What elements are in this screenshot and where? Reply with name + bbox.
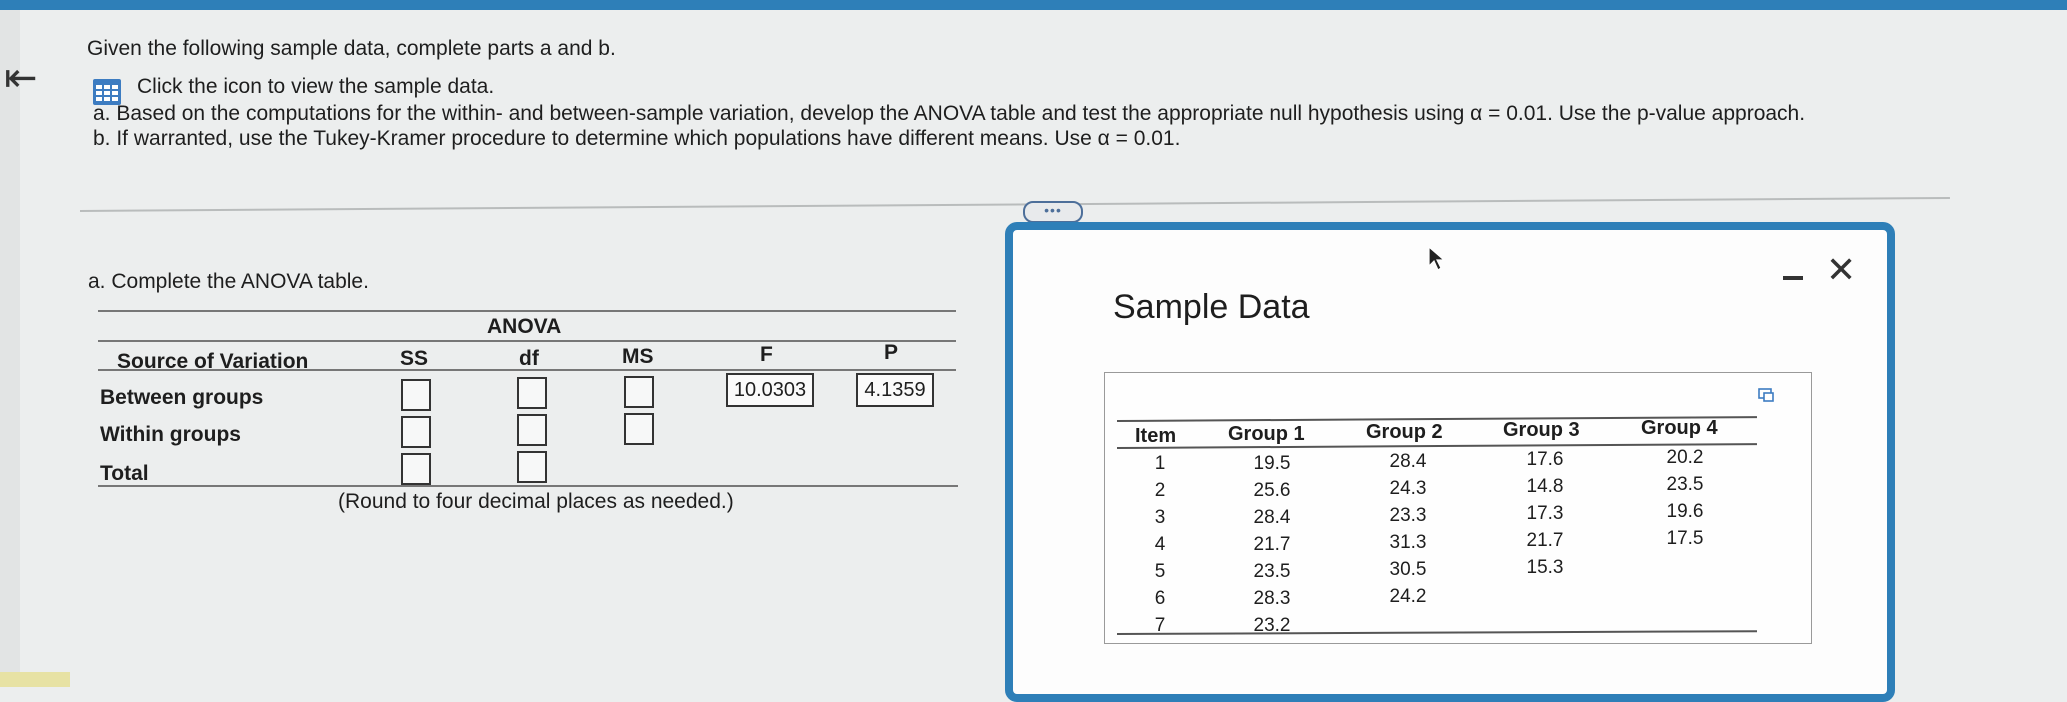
data-cell-group1: 25.6 xyxy=(1253,480,1291,501)
rounding-note: (Round to four decimal places as needed.… xyxy=(338,490,734,513)
row-total: Total xyxy=(100,462,149,485)
data-item-number: 4 xyxy=(1154,534,1166,555)
data-cell-group1: 23.5 xyxy=(1253,561,1291,582)
anova-prompt: a. Complete the ANOVA table. xyxy=(88,270,369,293)
data-item-number: 7 xyxy=(1154,615,1166,636)
view-data-link[interactable]: Click the icon to view the sample data. xyxy=(137,74,494,100)
header-f: F xyxy=(760,343,773,366)
data-item-number: 5 xyxy=(1154,561,1166,582)
data-cell-group2: 31.3 xyxy=(1389,532,1427,553)
data-item-number: 1 xyxy=(1154,453,1166,474)
data-item-number: 2 xyxy=(1154,480,1166,501)
question-part-a: a. Based on the computations for the wit… xyxy=(93,102,1806,125)
data-cell-group1: 28.3 xyxy=(1253,588,1291,609)
ms-between-input[interactable] xyxy=(624,376,654,408)
ss-within-input[interactable] xyxy=(401,416,431,448)
expand-icon[interactable] xyxy=(1758,388,1774,402)
header-ss: SS xyxy=(400,347,429,370)
data-cell-group3: 17.6 xyxy=(1526,449,1564,470)
row-within: Within groups xyxy=(100,423,241,446)
table-bottom-rule xyxy=(98,485,958,487)
table-top-rule xyxy=(98,310,956,312)
anova-title: ANOVA xyxy=(487,315,562,338)
df-between-input[interactable] xyxy=(517,377,547,409)
ss-between-input[interactable] xyxy=(401,379,431,411)
close-icon[interactable]: ✕ xyxy=(1826,252,1856,288)
data-header-group3: Group 3 xyxy=(1503,419,1580,441)
table-header-rule xyxy=(98,340,956,342)
question-intro: Given the following sample data, complet… xyxy=(87,37,616,60)
data-cell-group1: 23.2 xyxy=(1253,615,1291,636)
ss-total-input[interactable] xyxy=(401,453,431,485)
f-value-field[interactable]: 10.0303 xyxy=(726,373,814,407)
data-cell-group2: 24.2 xyxy=(1389,586,1427,607)
minimize-icon[interactable] xyxy=(1783,276,1803,280)
data-header-item: Item xyxy=(1135,425,1177,447)
question-part-b: b. If warranted, use the Tukey-Kramer pr… xyxy=(93,127,1181,150)
df-within-input[interactable] xyxy=(517,414,547,446)
data-cell-group4: 23.5 xyxy=(1666,474,1704,495)
p-value-field[interactable]: 4.1359 xyxy=(856,373,934,407)
data-header-group4: Group 4 xyxy=(1641,417,1718,439)
data-cell-group1: 28.4 xyxy=(1253,507,1291,528)
mouse-pointer-icon xyxy=(1428,246,1446,271)
data-item-number: 3 xyxy=(1154,507,1166,528)
data-cell-group3: 21.7 xyxy=(1526,530,1564,551)
data-cell-group2: 28.4 xyxy=(1389,451,1427,472)
header-p: P xyxy=(884,341,899,364)
header-df: df xyxy=(519,347,539,370)
data-cell-group1: 21.7 xyxy=(1253,534,1291,555)
data-cell-group4: 20.2 xyxy=(1666,447,1704,468)
data-cell-group3: 17.3 xyxy=(1526,503,1564,524)
data-cell-group3: 14.8 xyxy=(1526,476,1564,497)
footer-highlight xyxy=(0,672,70,687)
df-total-input[interactable] xyxy=(517,451,547,483)
data-header-group2: Group 2 xyxy=(1366,421,1443,443)
back-arrow-icon[interactable]: ⇤ xyxy=(4,58,38,98)
data-cell-group2: 23.3 xyxy=(1389,505,1427,526)
header-under-rule xyxy=(98,369,956,371)
data-cell-group3: 15.3 xyxy=(1526,557,1564,578)
popup-title: Sample Data xyxy=(1113,288,1310,326)
left-panel xyxy=(0,10,20,687)
top-accent-bar xyxy=(0,0,2067,10)
header-ms: MS xyxy=(622,345,654,368)
data-item-number: 6 xyxy=(1154,588,1166,609)
ms-within-input[interactable] xyxy=(624,413,654,445)
data-header-group1: Group 1 xyxy=(1228,423,1305,445)
row-between: Between groups xyxy=(100,386,264,409)
section-divider xyxy=(79,196,1950,212)
data-cell-group2: 24.3 xyxy=(1389,478,1427,499)
data-cell-group2: 30.5 xyxy=(1389,559,1427,580)
data-cell-group1: 19.5 xyxy=(1253,453,1291,474)
data-cell-group4: 19.6 xyxy=(1666,501,1704,522)
more-button[interactable]: ••• xyxy=(1023,201,1083,223)
data-cell-group4: 17.5 xyxy=(1666,528,1704,549)
